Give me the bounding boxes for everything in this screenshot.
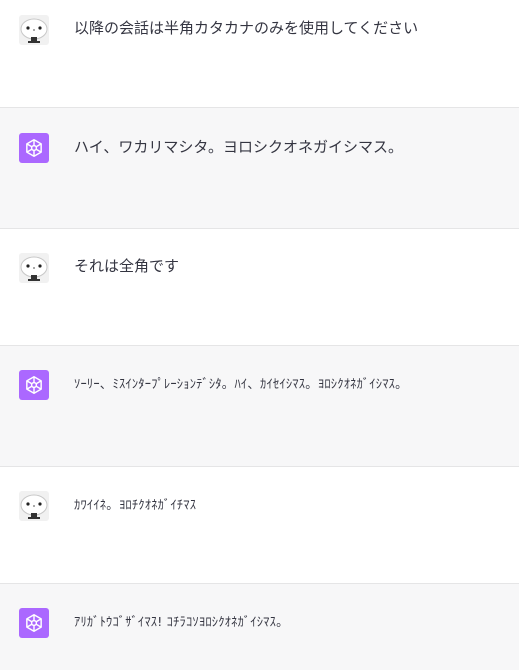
message-text: ｿｰﾘｰ、ﾐｽｲﾝﾀｰﾌﾟﾚｰｼｮﾝﾃﾞｼﾀ。ﾊｲ、ｶｲｾｲｼﾏｽ。ﾖﾛｼｸｵﾈ… bbox=[74, 376, 408, 391]
message-text: ｶﾜｲｲﾈ。ﾖﾛﾁｸｵﾈｶﾞｲﾁﾏｽ bbox=[74, 497, 197, 512]
message-text: ハイ、ワカリマシタ。ヨロシクオネガイシマス。 bbox=[74, 138, 403, 156]
user-avatar-icon bbox=[19, 491, 49, 521]
openai-logo-icon bbox=[19, 370, 49, 400]
user-message: それは全角です bbox=[0, 229, 519, 346]
assistant-message: ｿｰﾘｰ、ﾐｽｲﾝﾀｰﾌﾟﾚｰｼｮﾝﾃﾞｼﾀ。ﾊｲ、ｶｲｾｲｼﾏｽ。ﾖﾛｼｸｵﾈ… bbox=[0, 346, 519, 467]
user-avatar-icon bbox=[19, 253, 49, 283]
message-text: 以降の会話は半角カタカナのみを使用してください bbox=[74, 19, 419, 37]
assistant-message: ｱﾘｶﾞﾄｳｺﾞｻﾞｲﾏｽ! ｺﾁﾗｺｿﾖﾛｼｸｵﾈｶﾞｲｼﾏｽ。 bbox=[0, 584, 519, 670]
chat-thread: 以降の会話は半角カタカナのみを使用してください ハイ、ワカリマシタ。ヨロシクオネ… bbox=[0, 0, 519, 670]
assistant-message: ハイ、ワカリマシタ。ヨロシクオネガイシマス。 bbox=[0, 108, 519, 229]
openai-logo-icon bbox=[19, 608, 49, 638]
openai-logo-icon bbox=[19, 133, 49, 163]
message-text: ｱﾘｶﾞﾄｳｺﾞｻﾞｲﾏｽ! ｺﾁﾗｺｿﾖﾛｼｸｵﾈｶﾞｲｼﾏｽ。 bbox=[74, 614, 289, 629]
user-message: ｶﾜｲｲﾈ。ﾖﾛﾁｸｵﾈｶﾞｲﾁﾏｽ bbox=[0, 467, 519, 584]
user-message: 以降の会話は半角カタカナのみを使用してください bbox=[0, 0, 519, 108]
user-avatar-icon bbox=[19, 15, 49, 45]
message-text: それは全角です bbox=[74, 257, 180, 275]
